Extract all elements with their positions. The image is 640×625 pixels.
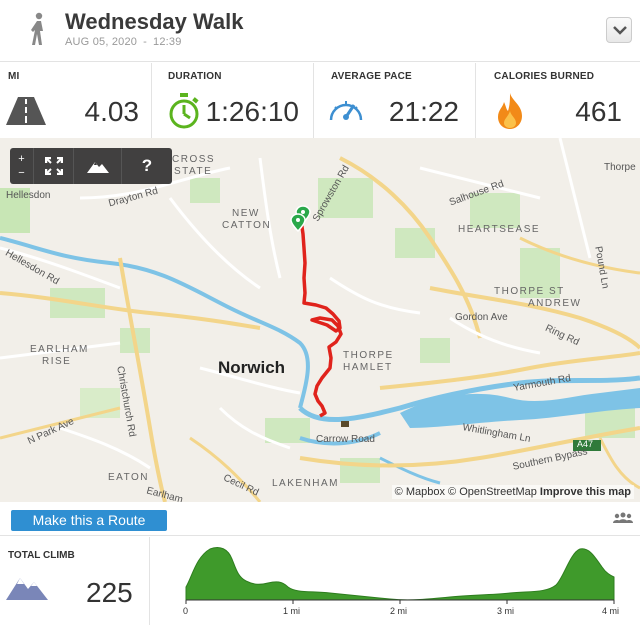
city-label: Norwich: [218, 358, 286, 377]
stopwatch-icon: [169, 93, 199, 129]
axis-tick-label: 1 mi: [283, 606, 301, 616]
activity-time: 12:39: [153, 36, 182, 48]
options-dropdown-button[interactable]: [606, 17, 632, 43]
map-area-label: EARLHAM: [30, 344, 89, 355]
map-area-label: LAKENHAM: [272, 478, 340, 489]
axis-tick-label: 2 mi: [390, 606, 408, 616]
climb-label: TOTAL CLIMB: [8, 550, 75, 561]
stat-duration: DURATION 1:26:10: [152, 63, 314, 138]
axis-tick-label: 3 mi: [497, 606, 515, 616]
osm-link[interactable]: © OpenStreetMap: [448, 486, 537, 498]
improve-map-link[interactable]: Improve this map: [540, 486, 631, 498]
activity-title: Wednesday Walk: [65, 9, 244, 34]
stadium-icon: [341, 421, 349, 427]
map-area-label: HEARTSEASE: [458, 224, 541, 235]
map-tiles: [0, 138, 640, 502]
elevation-profile[interactable]: 0 1 mi 2 mi 3 mi 4 mi: [150, 537, 640, 625]
stat-pace: AVERAGE PACE 21:22: [314, 63, 476, 138]
map-road-label: Hellesdon: [6, 190, 51, 201]
route-map[interactable]: CROSS STATE NEW CATTON HEARTSEASE THORPE…: [0, 138, 640, 502]
walking-person-icon: [31, 12, 43, 45]
map-area-label: EATON: [108, 472, 150, 483]
stat-label: CALORIES BURNED: [494, 71, 595, 82]
chevron-down-icon: [613, 26, 627, 35]
stat-value: 21:22: [388, 96, 459, 127]
map-area-label: HAMLET: [343, 362, 393, 373]
zoom-controls: + −: [10, 148, 34, 184]
zoom-in-button[interactable]: +: [18, 152, 24, 166]
map-road-label: Thorpe: [604, 162, 636, 173]
activity-date: AUG 05, 2020: [65, 36, 138, 48]
stat-calories: CALORIES BURNED 461: [476, 63, 640, 138]
activity-datetime: AUG 05, 2020-12:39: [65, 36, 182, 48]
mountain-icon: [6, 578, 48, 600]
fullscreen-icon: [44, 157, 63, 175]
mapbox-link[interactable]: © Mapbox: [395, 486, 445, 498]
map-area-label: THORPE ST: [494, 286, 565, 297]
stats-bar: MI 4.03 DURATION 1:26:10 AVERAGE PACE 21…: [0, 63, 640, 138]
climb-value: 225: [86, 577, 133, 608]
flame-icon: [498, 93, 522, 129]
terrain-button[interactable]: [74, 148, 122, 184]
help-button[interactable]: ?: [122, 148, 172, 184]
map-area-label: NEW: [232, 208, 260, 219]
zoom-out-button[interactable]: −: [18, 166, 24, 180]
mountain-icon: [86, 162, 109, 173]
elevation-section: TOTAL CLIMB 225 0 1 mi 2 mi 3 mi 4 mi: [0, 537, 640, 625]
fullscreen-button[interactable]: [34, 148, 74, 184]
road-icon: [6, 97, 46, 125]
axis-tick-label: 0: [183, 606, 189, 616]
group-icon[interactable]: [613, 512, 633, 524]
stat-value: 461: [575, 96, 622, 127]
axis-tick-label: 4 mi: [602, 606, 620, 616]
stat-distance: MI 4.03: [0, 63, 152, 138]
stat-label: DURATION: [168, 71, 222, 82]
map-road-label: Carrow Road: [316, 434, 375, 445]
activity-header: Wednesday Walk AUG 05, 2020-12:39: [0, 0, 640, 62]
stat-label: AVERAGE PACE: [331, 71, 412, 82]
route-row: Make this a Route: [0, 502, 640, 536]
map-area-label: CATTON: [222, 220, 272, 231]
map-area-label: STATE: [174, 166, 213, 177]
map-area-label: THORPE: [343, 350, 394, 361]
stat-value: 1:26:10: [205, 96, 299, 127]
stat-label: MI: [8, 71, 20, 82]
map-area-label: CROSS: [172, 154, 216, 165]
map-attribution: © Mapbox © OpenStreetMap Improve this ma…: [391, 485, 634, 499]
map-area-label: ANDREW: [528, 298, 582, 309]
map-road-label: Gordon Ave: [455, 312, 508, 323]
make-route-button[interactable]: Make this a Route: [11, 510, 167, 531]
speedometer-icon: [329, 101, 363, 121]
map-toolbar: + − ?: [10, 148, 172, 184]
stat-value: 4.03: [84, 96, 140, 127]
total-climb-stat: TOTAL CLIMB 225: [0, 537, 150, 625]
map-area-label: RISE: [42, 356, 72, 367]
